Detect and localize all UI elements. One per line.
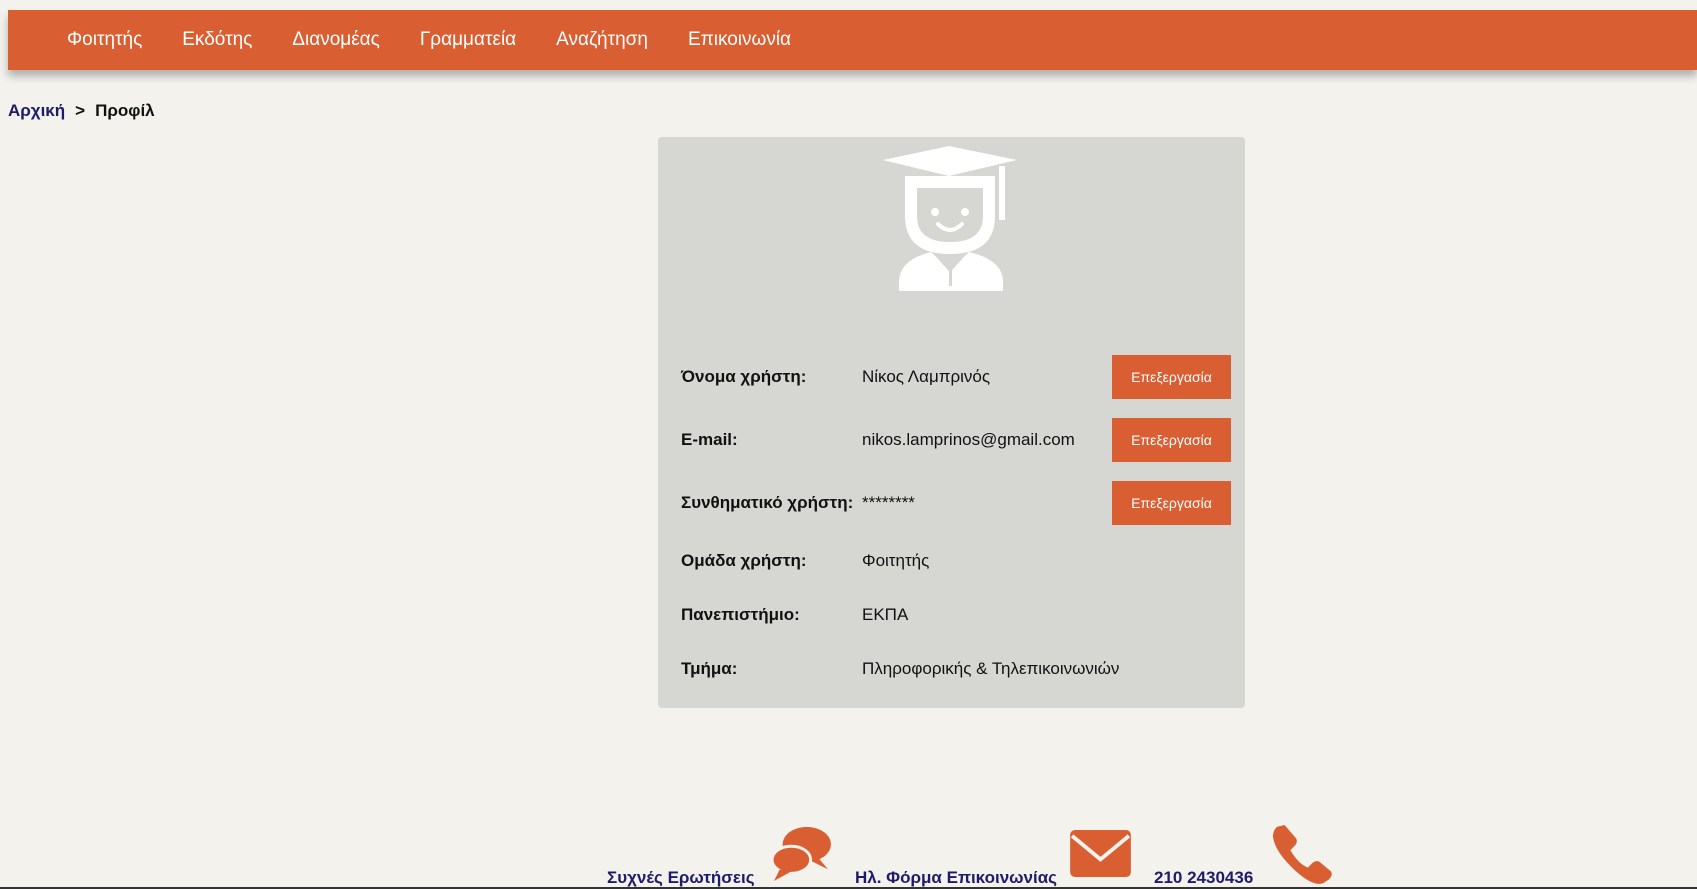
email-label: E-mail: bbox=[681, 430, 738, 449]
username-value: Νίκος Λαμπρινός bbox=[862, 367, 991, 386]
profile-row-username: Όνομα χρήστη: Νίκος Λαμπρινός Επεξεργασί… bbox=[681, 355, 1231, 399]
nav-item-contact[interactable]: Επικοινωνία bbox=[688, 29, 791, 51]
profile-row-department: Τμήμα: Πληροφορικής & Τηλεπικοινωνιών bbox=[681, 647, 1226, 691]
breadcrumb: Αρχική > Προφίλ bbox=[8, 101, 155, 121]
username-label: Όνομα χρήστη: bbox=[681, 367, 807, 386]
contact-form-link[interactable]: Ηλ. Φόρμα Επικοινωνίας bbox=[855, 868, 1057, 888]
email-value: nikos.lamprinos@gmail.com bbox=[862, 430, 1075, 449]
profile-card: Όνομα χρήστη: Νίκος Λαμπρινός Επεξεργασί… bbox=[658, 137, 1245, 708]
user-group-label: Ομάδα χρήστη: bbox=[681, 551, 807, 570]
breadcrumb-home-link[interactable]: Αρχική bbox=[8, 101, 65, 120]
chat-bubbles-icon[interactable] bbox=[770, 825, 832, 881]
edit-password-button[interactable]: Επεξεργασία bbox=[1112, 481, 1231, 525]
nav-item-student[interactable]: Φοιτητής bbox=[67, 29, 142, 51]
footer: Συχνές Ερωτήσεις Ηλ. Φόρμα Επικοινωνίας … bbox=[0, 820, 1697, 889]
breadcrumb-separator: > bbox=[75, 101, 86, 120]
edit-username-button[interactable]: Επεξεργασία bbox=[1112, 355, 1231, 399]
university-label: Πανεπιστήμιο: bbox=[681, 605, 800, 624]
phone-number[interactable]: 210 2430436 bbox=[1154, 868, 1253, 888]
nav-item-publisher[interactable]: Εκδότης bbox=[182, 29, 252, 51]
profile-row-university: Πανεπιστήμιο: ΕΚΠΑ bbox=[681, 593, 1226, 637]
university-value: ΕΚΠΑ bbox=[862, 605, 909, 624]
graduate-student-icon bbox=[883, 146, 1017, 291]
edit-email-button[interactable]: Επεξεργασία bbox=[1112, 418, 1231, 462]
top-navbar: Φοιτητής Εκδότης Διανομέας Γραμματεία Αν… bbox=[8, 10, 1697, 70]
phone-icon[interactable] bbox=[1271, 823, 1333, 885]
department-value: Πληροφορικής & Τηλεπικοινωνιών bbox=[862, 659, 1120, 678]
faq-link[interactable]: Συχνές Ερωτήσεις bbox=[607, 868, 755, 888]
nav-item-distributor[interactable]: Διανομέας bbox=[292, 29, 380, 51]
profile-row-email: E-mail: nikos.lamprinos@gmail.com Επεξερ… bbox=[681, 418, 1231, 462]
department-label: Τμήμα: bbox=[681, 659, 738, 678]
breadcrumb-current: Προφίλ bbox=[95, 101, 155, 120]
envelope-icon[interactable] bbox=[1070, 830, 1131, 877]
nav-item-secretariat[interactable]: Γραμματεία bbox=[420, 29, 516, 51]
password-label: Συνθηματικό χρήστη: bbox=[681, 493, 854, 512]
password-value: ******** bbox=[862, 493, 915, 512]
nav-item-search[interactable]: Αναζήτηση bbox=[556, 29, 648, 51]
profile-row-password: Συνθηματικό χρήστη: ******** Επεξεργασία bbox=[681, 481, 1231, 525]
user-group-value: Φοιτητής bbox=[862, 551, 930, 570]
profile-row-user-group: Ομάδα χρήστη: Φοιτητής bbox=[681, 539, 1226, 583]
